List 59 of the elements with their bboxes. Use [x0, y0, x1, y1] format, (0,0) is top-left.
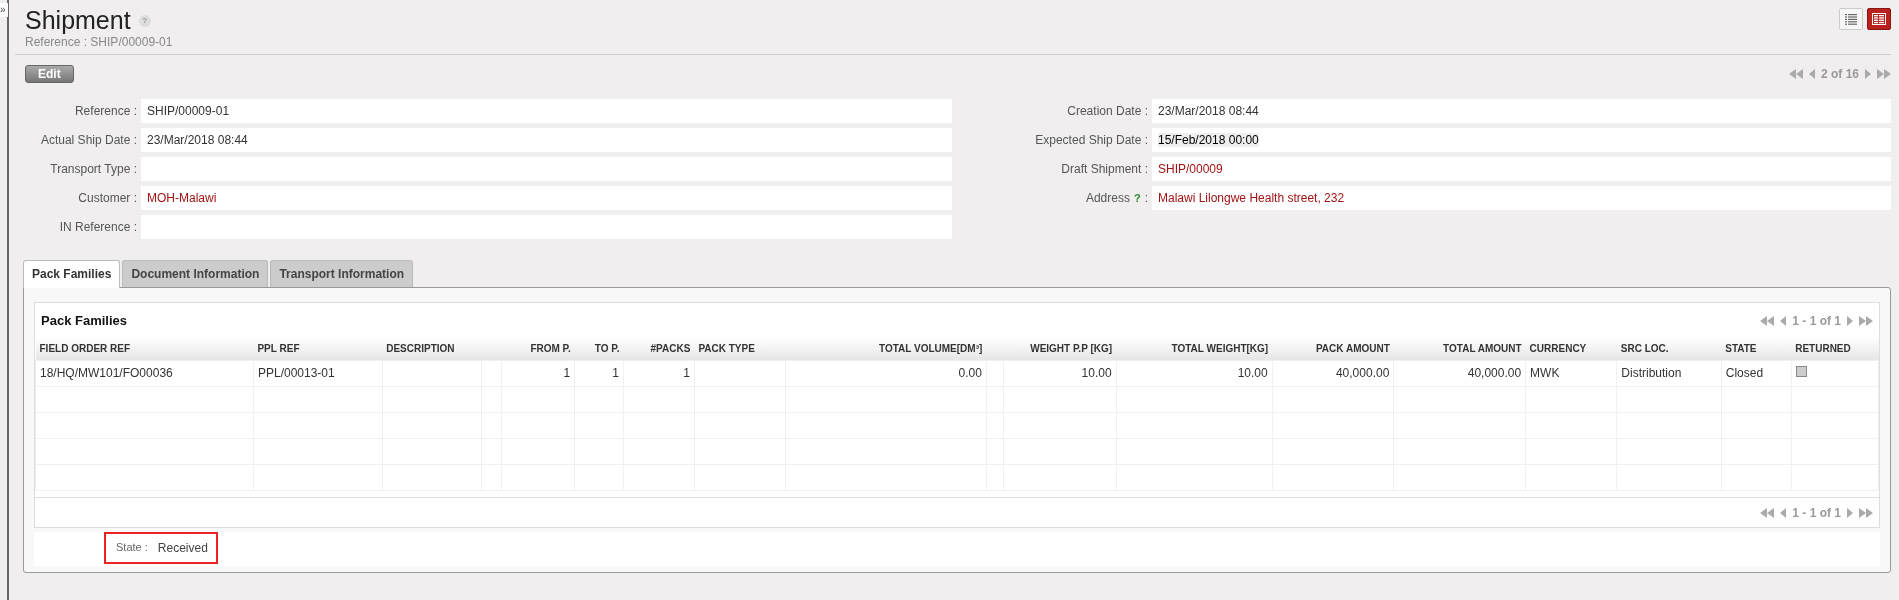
list-title: Pack Families	[41, 312, 127, 330]
field-label: IN Reference :	[58, 219, 137, 236]
next-page-icon[interactable]	[1847, 315, 1853, 326]
field-link[interactable]: SHIP/00009	[1158, 162, 1223, 176]
field-label: Expected Ship Date :	[1034, 132, 1148, 149]
pager-text: 2 of 16	[1821, 66, 1859, 83]
table-cell: 1	[563, 366, 571, 380]
field-value: 23/Mar/2018 08:44	[1158, 104, 1259, 118]
table-cell: 18/HQ/MW101/FO00036	[40, 366, 173, 380]
field-value: SHIP/00009-01	[147, 104, 230, 118]
table-cell: Distribution	[1621, 366, 1682, 380]
table-cell: 1	[612, 366, 619, 380]
previous-page-icon[interactable]	[1809, 69, 1815, 79]
table-cell: 40,000.00	[1467, 366, 1522, 380]
previous-page-icon[interactable]	[1780, 507, 1787, 518]
pager-text: 1 - 1 of 1	[1792, 504, 1841, 522]
first-page-icon[interactable]	[1789, 69, 1803, 79]
form-icon	[1872, 13, 1886, 25]
field-label: Actual Ship Date :	[39, 132, 137, 149]
field-value: 23/Mar/2018 08:44	[147, 133, 248, 147]
pager-text: 1 - 1 of 1	[1792, 312, 1841, 330]
list-view-button[interactable]	[1839, 8, 1863, 30]
table-cell: MWK	[1530, 366, 1560, 380]
field-value: 15/Feb/2018 00:00	[1158, 133, 1259, 147]
sidebar-toggle[interactable]: »	[0, 3, 8, 17]
tab[interactable]: Document Information	[122, 260, 269, 287]
state-label: State :	[116, 540, 148, 556]
list-icon	[1844, 13, 1858, 25]
field-label: Creation Date :	[1066, 103, 1148, 120]
field-link[interactable]: MOH-Malawi	[147, 191, 217, 205]
table-cell: 10.00	[1081, 366, 1112, 380]
field-link[interactable]: Malawi Lilongwe Health street, 232	[1158, 191, 1345, 205]
table-cell: 10.00	[1237, 366, 1268, 380]
last-page-icon[interactable]	[1859, 507, 1873, 518]
tab[interactable]: Transport Information	[270, 260, 414, 287]
help-icon[interactable]: ?	[1133, 186, 1141, 210]
field-label: Address	[1085, 190, 1130, 207]
field-label: Customer :	[77, 190, 137, 207]
next-page-icon[interactable]	[1847, 507, 1853, 518]
last-page-icon[interactable]	[1877, 69, 1891, 79]
page-title: Shipment	[25, 8, 131, 33]
field-label: Transport Type :	[49, 161, 137, 178]
field-label: Reference :	[73, 103, 137, 120]
field-separator: :	[1144, 190, 1148, 207]
tab[interactable]: Pack Families	[23, 260, 121, 288]
next-page-icon[interactable]	[1865, 69, 1871, 79]
table-cell: Closed	[1725, 366, 1764, 380]
reference-subtitle: Reference : SHIP/00009-01	[25, 34, 173, 51]
previous-page-icon[interactable]	[1780, 315, 1787, 326]
first-page-icon[interactable]	[1760, 315, 1775, 326]
last-page-icon[interactable]	[1859, 315, 1873, 326]
table-cell: 40,000.00	[1335, 366, 1390, 380]
table-cell: 1	[683, 366, 690, 380]
form-view-button[interactable]	[1867, 8, 1891, 30]
table-cell: 0.00	[958, 366, 982, 380]
field-label: Draft Shipment :	[1060, 161, 1148, 178]
first-page-icon[interactable]	[1760, 507, 1775, 518]
table-cell: PPL/00013-01	[257, 366, 335, 380]
checkbox[interactable]	[1795, 366, 1807, 377]
